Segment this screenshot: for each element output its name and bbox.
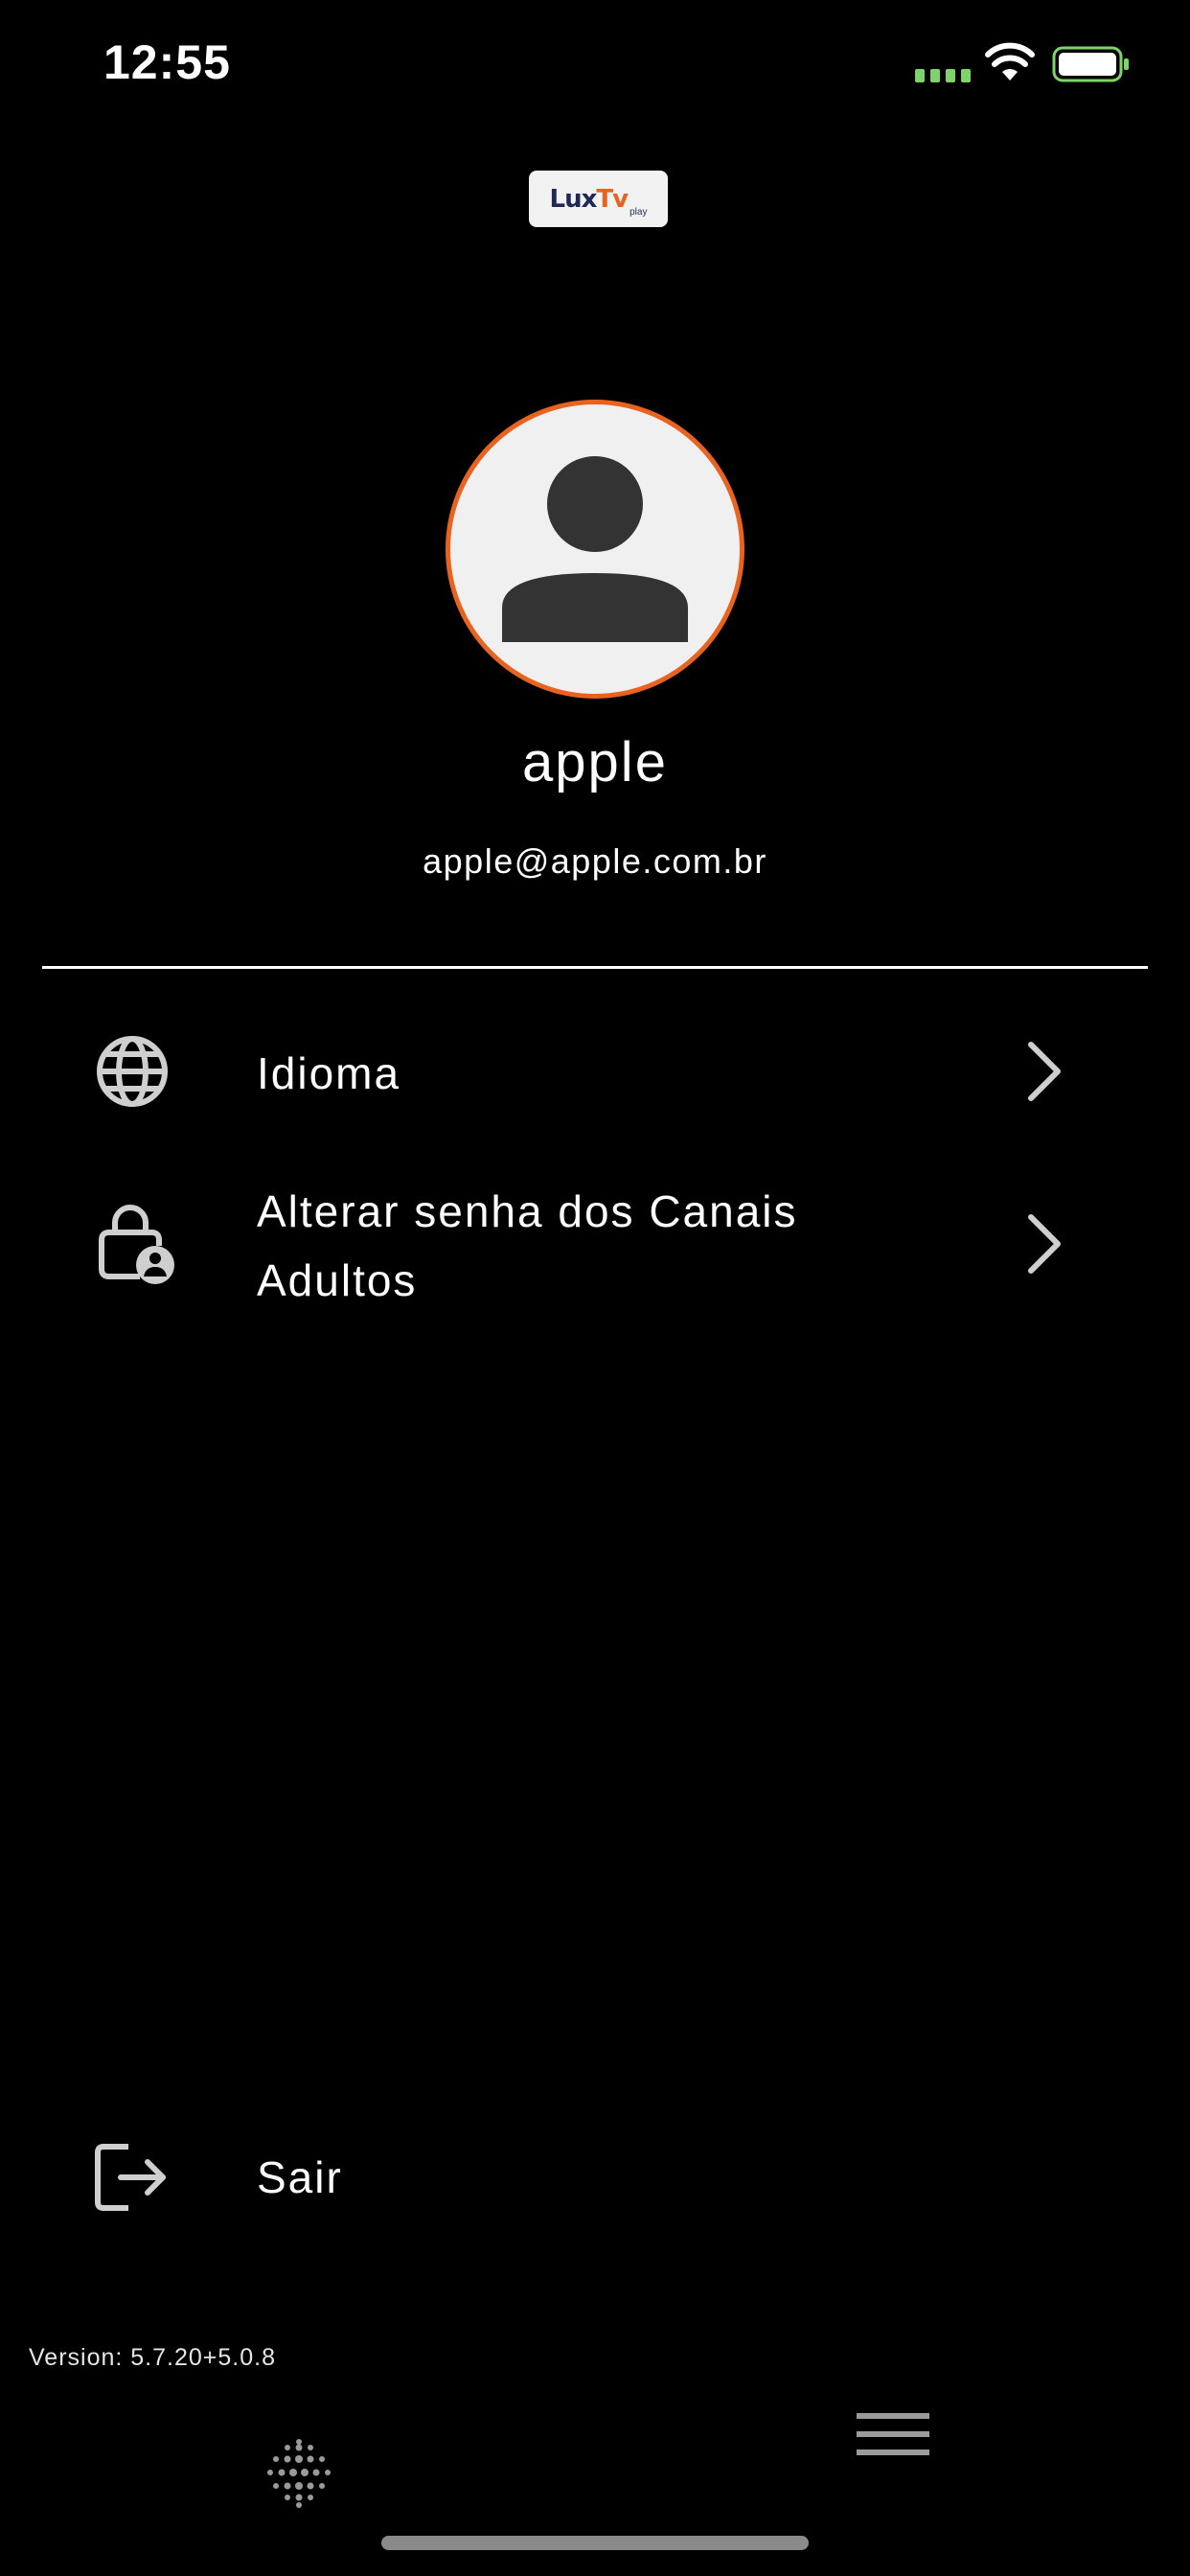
person-icon: [502, 456, 688, 642]
logout-icon: [95, 2144, 166, 2211]
menu-item-label: Idioma: [257, 1048, 401, 1098]
chevron-right-icon: [1028, 1042, 1061, 1101]
logout-label: Sair: [257, 2152, 343, 2202]
version-text: Version: 5.7.20+5.0.8: [29, 2344, 276, 2371]
dots-grid-icon[interactable]: [261, 2434, 337, 2511]
home-indicator: [381, 2536, 809, 2550]
app-logo: LuxTv play: [529, 171, 668, 227]
battery-icon: [1052, 46, 1129, 82]
status-time: 12:55: [103, 35, 231, 89]
avatar[interactable]: [446, 400, 744, 699]
globe-icon: [97, 1036, 168, 1107]
profile-email: apple@apple.com.br: [423, 841, 767, 881]
menu-item-label: Alterar senha dos Canais Adultos: [257, 1186, 798, 1305]
divider: [42, 966, 1148, 969]
cellular-signal-icon: [915, 69, 971, 82]
wifi-icon: [985, 42, 1035, 80]
chevron-right-icon: [1028, 1214, 1061, 1274]
hamburger-menu-icon[interactable]: [855, 2411, 931, 2457]
lock-person-icon: [99, 1205, 174, 1284]
profile-name: apple: [522, 731, 668, 794]
